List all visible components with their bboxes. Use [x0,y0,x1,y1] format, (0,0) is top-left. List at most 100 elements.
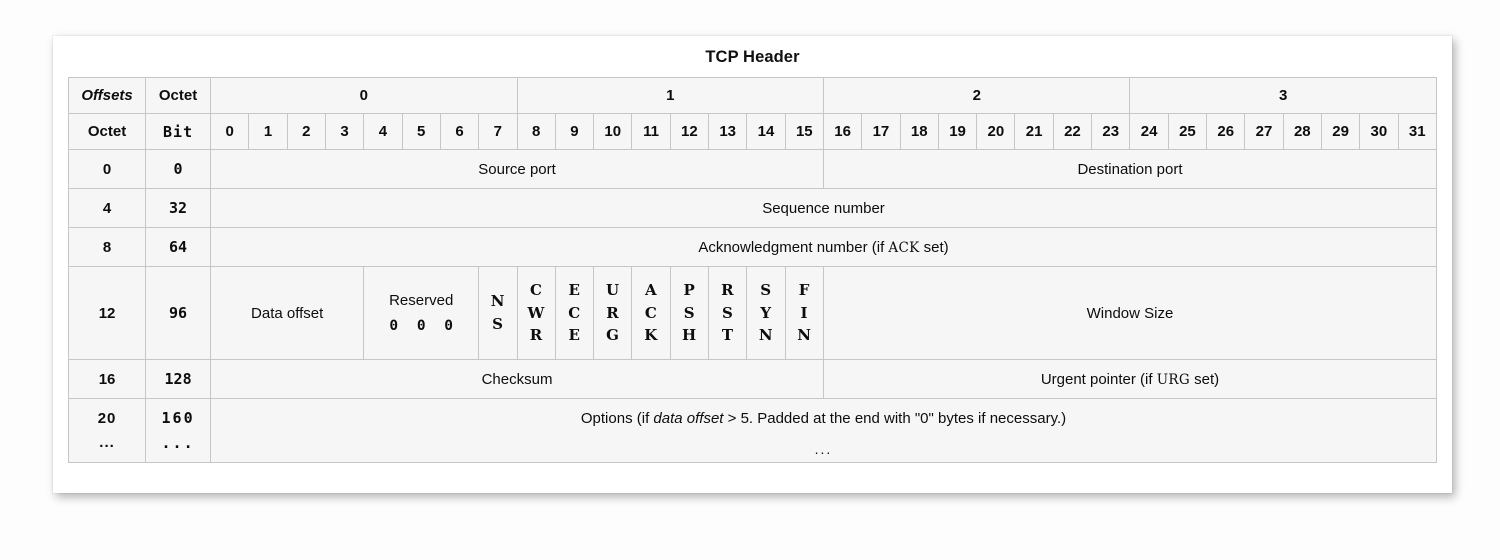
row-bit-32: 32 [145,188,212,228]
flag-syn-letter-1: Y [760,303,772,322]
row-bit-160: 160... [145,398,212,463]
flag-ece-letter-2: E [568,326,581,345]
flag-ack: ACK [631,266,671,360]
table-row-offset-20: 20... 160... Options (if data offset > 5… [68,398,1437,463]
field-source-port: Source port [210,149,824,189]
tcp-header-table: Offsets Octet 0 1 2 3 Octet Bit 0 1 2 3 … [68,77,1437,463]
flag-ece: ECE [554,266,595,360]
octet-group-1: 1 [516,77,825,114]
row-octet-20-value: 20 [97,410,117,427]
bit-number-18: 18 [899,113,939,150]
bit-number-3: 3 [324,113,365,150]
field-reserved: Reserved 0 0 0 [363,266,480,360]
bit-column-label: Bit [145,113,212,150]
bit-number-22: 22 [1052,113,1093,150]
row-bit-160-continuation: ... [161,434,195,452]
octet-column-label: Octet [145,77,212,114]
bit-number-1: 1 [248,113,288,150]
table-row-offset-12: 12 96 Data offset Reserved 0 0 0 NS CWR E… [68,266,1437,360]
flag-cwr: CWR [516,266,556,360]
ack-flag-name: ACK [888,239,920,256]
bit-number-30: 30 [1359,113,1399,150]
flag-rst-letter-1: S [721,303,734,322]
flag-psh-letter-1: S [683,303,696,322]
reserved-label: Reserved [389,292,454,309]
flag-syn: SYN [746,266,786,360]
field-window-size: Window Size [823,266,1437,360]
table-row-offset-4: 4 32 Sequence number [68,188,1437,228]
flag-ack-letter-0: A [645,280,658,299]
bit-number-10: 10 [593,113,633,150]
bit-number-15: 15 [784,113,825,150]
flag-ns-letter-1: S [492,315,504,333]
flag-ece-letter-0: E [568,280,581,299]
bit-number-9: 9 [554,113,595,150]
row-octet-12: 12 [68,266,147,360]
flag-fin-letter-1: I [800,303,809,322]
octet-group-2: 2 [822,77,1131,114]
flag-psh: PSH [669,266,710,360]
flag-cwr-letter-1: W [527,303,545,322]
bit-number-25: 25 [1167,113,1208,150]
page-root: TCP Header Offsets Octet 0 1 2 3 Octet B… [0,0,1500,560]
table-row-offset-16: 16 128 Checksum Urgent pointer (if URG s… [68,359,1437,399]
flag-urg-letter-1: R [606,303,620,322]
ack-text-post: set) [919,238,949,256]
row-octet-20: 20... [68,398,147,463]
ack-text-pre: Acknowledgment number (if [698,238,889,256]
flag-ack-letter-2: K [644,326,658,345]
bit-number-20: 20 [976,113,1016,150]
bit-number-19: 19 [937,113,978,150]
flag-syn-letter-0: S [760,280,772,299]
offsets-label: Offsets [68,77,147,114]
flag-ns-letter-0: N [490,292,505,311]
octet-group-3: 3 [1129,77,1437,114]
bit-number-23: 23 [1091,113,1131,150]
row-bit-0: 0 [145,149,212,189]
flag-cwr-letter-2: R [529,326,543,345]
flag-urg-letter-0: U [605,280,620,299]
bit-number-26: 26 [1206,113,1246,150]
flag-fin-letter-0: F [798,280,810,299]
options-description: Options (if data offset > 5. Padded at t… [211,410,1436,427]
flag-rst-letter-0: R [721,280,735,299]
bit-number-28: 28 [1282,113,1322,150]
flag-ece-letter-1: C [568,303,581,322]
table-header-row-bits: Octet Bit 0 1 2 3 4 5 6 7 8 9 10 11 12 1… [68,113,1437,150]
flag-urg: URG [593,266,633,360]
bit-number-7: 7 [478,113,518,150]
flag-psh-letter-0: P [683,280,696,299]
flag-rst: RST [708,266,748,360]
bit-number-0: 0 [210,113,250,150]
bit-number-4: 4 [363,113,403,150]
bit-number-27: 27 [1244,113,1284,150]
flag-cwr-letter-0: C [529,280,543,299]
row-bit-96: 96 [145,266,212,360]
reserved-zero-bits: 0 0 0 [389,318,459,334]
bit-number-21: 21 [1014,113,1054,150]
row-bit-160-value: 160 [161,409,195,427]
row-octet-4: 4 [68,188,147,228]
bit-number-8: 8 [516,113,556,150]
bit-number-12: 12 [669,113,710,150]
bit-number-2: 2 [286,113,326,150]
urg-text-pre: Urgent pointer (if [1040,370,1157,388]
field-destination-port: Destination port [823,149,1437,189]
flag-urg-letter-2: G [606,326,620,345]
field-sequence-number: Sequence number [210,188,1437,228]
field-data-offset: Data offset [210,266,365,360]
flag-ack-letter-1: C [644,303,658,322]
octet-group-0: 0 [210,77,518,114]
bit-number-31: 31 [1397,113,1437,150]
bit-number-14: 14 [746,113,786,150]
bit-number-29: 29 [1320,113,1361,150]
tcp-header-diagram-card: TCP Header Offsets Octet 0 1 2 3 Octet B… [53,36,1452,493]
options-text-post: > 5. Padded at the end with "0" bytes if… [723,409,1067,427]
row-octet-8: 8 [68,227,147,267]
flag-ns: NS [478,266,518,360]
bit-number-5: 5 [401,113,441,150]
flag-rst-letter-2: T [721,326,734,345]
bit-number-17: 17 [861,113,901,150]
urg-flag-name: URG [1156,371,1190,388]
flag-fin: FIN [784,266,825,360]
